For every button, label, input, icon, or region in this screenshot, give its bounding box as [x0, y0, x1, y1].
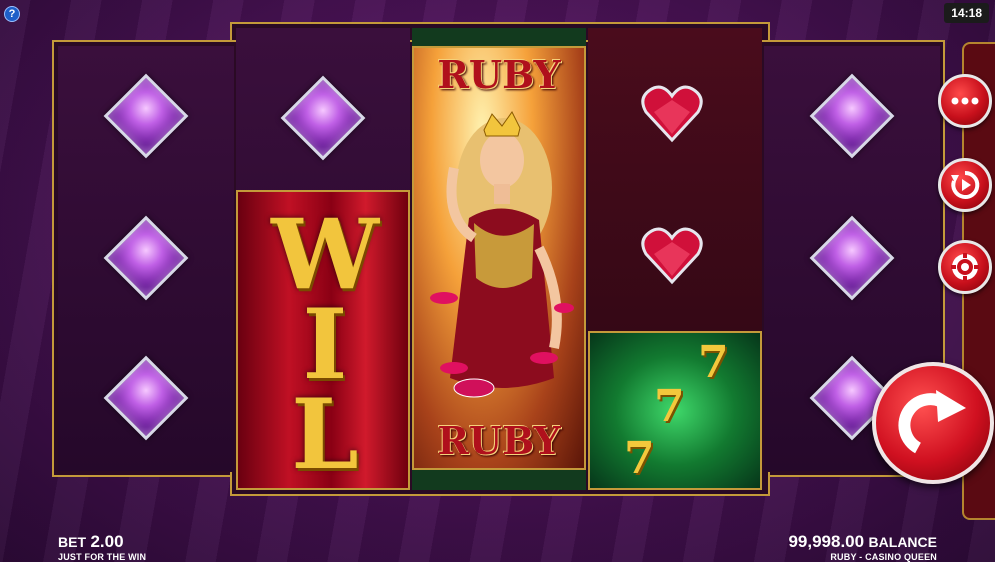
wild-stack-symbol: W I L	[236, 190, 410, 491]
balance-display: 99,998.00 BALANCE RUBY - CASINO QUEEN	[788, 532, 937, 562]
spin-arrow-icon	[898, 390, 966, 454]
balance-label: BALANCE	[868, 534, 937, 550]
purple-gem-symbol	[103, 355, 189, 441]
autoplay-button[interactable]	[938, 158, 992, 212]
help-button[interactable]: ?	[4, 6, 20, 22]
lucky-sevens-symbol: 7 7 7	[588, 331, 762, 490]
game-name: RUBY - CASINO QUEEN	[830, 552, 937, 562]
purple-gem-symbol	[809, 215, 895, 301]
queen-figure-icon	[430, 111, 574, 398]
bet-sub-text: JUST FOR THE WIN	[58, 552, 147, 562]
bet-label: BET	[58, 534, 86, 550]
seven-glyph: 7	[654, 381, 685, 432]
ruby-queen-symbol: RUBY RUBY	[412, 46, 586, 470]
ruby-heart-symbol	[641, 85, 703, 143]
seven-glyph: 7	[624, 433, 655, 484]
purple-gem-symbol	[103, 215, 189, 301]
seven-glyph: 7	[698, 337, 729, 388]
bet-display[interactable]: BET 2.00 JUST FOR THE WIN	[58, 532, 146, 562]
reel-1	[58, 46, 234, 471]
autoplay-icon	[951, 170, 980, 199]
purple-gem-symbol	[103, 73, 189, 159]
bet-value: 2.00	[90, 532, 124, 551]
spin-button[interactable]	[872, 362, 994, 484]
chip-icon	[951, 253, 979, 281]
purple-gem-symbol	[280, 75, 366, 161]
menu-button[interactable]	[938, 74, 992, 128]
ruby-heart-symbol	[641, 227, 703, 285]
queen-title-bottom: RUBY	[437, 418, 561, 463]
more-dots-icon	[951, 97, 979, 105]
bet-settings-button[interactable]	[938, 240, 992, 294]
clock: 14:18	[944, 3, 989, 23]
balance-value: 99,998.00	[788, 532, 865, 551]
purple-gem-symbol	[809, 73, 895, 159]
wild-letter: L	[291, 378, 359, 491]
